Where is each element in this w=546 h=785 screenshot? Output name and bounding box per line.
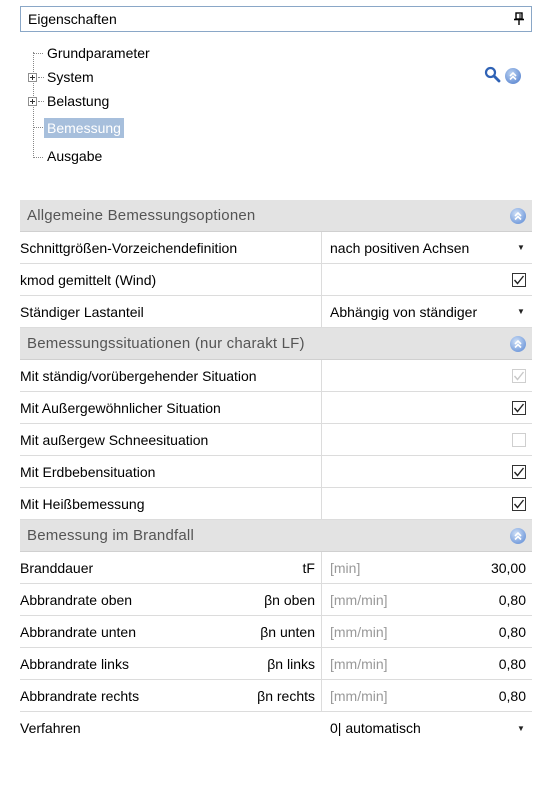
abbrandrate-oben-input[interactable]: [mm/min] 0,80 bbox=[322, 584, 532, 615]
kmod-checkbox[interactable] bbox=[512, 272, 526, 287]
tree-item-label: Grundparameter bbox=[47, 45, 150, 61]
category-bemessungssituationen[interactable]: Bemessungssituationen (nur charakt LF) bbox=[20, 328, 532, 360]
property-row: Ständiger Lastanteil Abhängig von ständi… bbox=[20, 296, 532, 328]
collapse-category-icon[interactable] bbox=[510, 335, 526, 352]
dropdown-value: 0| automatisch bbox=[330, 720, 421, 736]
property-label: Abbrandrate rechts bbox=[20, 687, 140, 704]
property-symbol: βn links bbox=[267, 655, 315, 672]
property-label: Abbrandrate unten bbox=[20, 623, 136, 640]
chevron-down-icon[interactable]: ▼ bbox=[516, 243, 526, 252]
property-value: 0,80 bbox=[498, 591, 526, 608]
expand-belastung-icon[interactable] bbox=[28, 97, 37, 106]
navigation-tree: Grundparameter System Belastung Bemessun… bbox=[26, 38, 326, 173]
property-grid: Allgemeine Bemessungsoptionen Schnittgrö… bbox=[20, 200, 532, 744]
chevron-down-icon[interactable]: ▼ bbox=[516, 724, 526, 733]
property-label: Mit Erdbebensituation bbox=[20, 463, 156, 480]
dropdown-value: Abhängig von ständiger bbox=[330, 303, 478, 320]
collapse-all-icon[interactable] bbox=[505, 68, 521, 84]
property-label: Ständiger Lastanteil bbox=[20, 303, 144, 320]
tree-item-label: Belastung bbox=[47, 93, 110, 109]
erdbeben-checkbox[interactable] bbox=[512, 464, 526, 479]
category-title: Bemessungssituationen (nur charakt LF) bbox=[27, 335, 305, 352]
unit-label: [mm/min] bbox=[330, 591, 388, 608]
heissbemessung-checkbox[interactable] bbox=[512, 496, 526, 511]
category-allgemeine-bemessungsoptionen[interactable]: Allgemeine Bemessungsoptionen bbox=[20, 200, 532, 232]
tree-item-label: Bemessung bbox=[44, 118, 124, 138]
property-row: Verfahren 0| automatisch ▼ bbox=[20, 712, 532, 744]
property-label: Mit Heißbemessung bbox=[20, 495, 145, 512]
tree-item-label: Ausgabe bbox=[47, 148, 103, 164]
search-icon[interactable] bbox=[484, 66, 501, 86]
property-symbol: βn oben bbox=[264, 591, 315, 608]
pin-icon[interactable] bbox=[513, 12, 525, 26]
property-value: 0,80 bbox=[498, 655, 526, 672]
property-label: Abbrandrate links bbox=[20, 655, 129, 672]
property-symbol: tF bbox=[302, 559, 315, 576]
aussergewoehnlich-checkbox[interactable] bbox=[512, 400, 526, 415]
abbrandrate-rechts-input[interactable]: [mm/min] 0,80 bbox=[322, 680, 532, 711]
tree-toolbar bbox=[484, 66, 521, 86]
unit-label: [mm/min] bbox=[330, 687, 388, 704]
property-label: Abbrandrate oben bbox=[20, 591, 133, 608]
property-row: kmod gemittelt (Wind) bbox=[20, 264, 532, 296]
property-row: Mit Erdbebensituation bbox=[20, 456, 532, 488]
property-row: Mit außergew Schneesituation bbox=[20, 424, 532, 456]
tree-item-belastung[interactable]: Belastung bbox=[44, 90, 112, 112]
unit-label: [mm/min] bbox=[330, 623, 388, 640]
property-row: Abbrandrate unten βn unten [mm/min] 0,80 bbox=[20, 616, 532, 648]
property-row: Mit Heißbemessung bbox=[20, 488, 532, 520]
category-title: Allgemeine Bemessungsoptionen bbox=[27, 207, 256, 224]
property-label: Mit außergew Schneesituation bbox=[20, 431, 209, 448]
property-label: Mit Außergewöhnlicher Situation bbox=[20, 399, 221, 416]
property-row: Abbrandrate links βn links [mm/min] 0,80 bbox=[20, 648, 532, 680]
property-value: 0,80 bbox=[498, 687, 526, 704]
property-symbol: βn rechts bbox=[257, 687, 315, 704]
vorzeichendefinition-dropdown[interactable]: nach positiven Achsen ▼ bbox=[322, 232, 532, 263]
property-value: 0,80 bbox=[498, 623, 526, 640]
abbrandrate-unten-input[interactable]: [mm/min] 0,80 bbox=[322, 616, 532, 647]
property-label: Branddauer bbox=[20, 559, 94, 576]
collapse-category-icon[interactable] bbox=[510, 527, 526, 544]
property-row: Mit ständig/vorübergehender Situation bbox=[20, 360, 532, 392]
dropdown-value: nach positiven Achsen bbox=[330, 239, 470, 256]
property-label: Schnittgrößen-Vorzeichendefinition bbox=[20, 239, 238, 256]
property-row: Abbrandrate rechts βn rechts [mm/min] 0,… bbox=[20, 680, 532, 712]
property-row: Branddauer tF [min] 30,00 bbox=[20, 552, 532, 584]
property-value: 30,00 bbox=[490, 559, 526, 576]
expand-system-icon[interactable] bbox=[28, 73, 37, 82]
unit-label: [mm/min] bbox=[330, 655, 388, 672]
lastanteil-dropdown[interactable]: Abhängig von ständiger ▼ bbox=[322, 296, 532, 327]
category-title: Bemessung im Brandfall bbox=[27, 527, 194, 544]
schnee-checkbox[interactable] bbox=[512, 432, 526, 447]
branddauer-input[interactable]: [min] 30,00 bbox=[322, 552, 532, 583]
properties-header: Eigenschaften bbox=[20, 6, 532, 32]
verfahren-dropdown[interactable]: 0| automatisch ▼ bbox=[322, 712, 532, 744]
tree-item-grundparameter[interactable]: Grundparameter bbox=[44, 42, 153, 64]
category-bemessung-im-brandfall[interactable]: Bemessung im Brandfall bbox=[20, 520, 532, 552]
tree-item-system[interactable]: System bbox=[44, 66, 97, 88]
tree-item-ausgabe[interactable]: Ausgabe bbox=[44, 145, 105, 167]
chevron-down-icon[interactable]: ▼ bbox=[516, 307, 526, 316]
property-symbol: βn unten bbox=[260, 623, 315, 640]
property-label: Verfahren bbox=[20, 720, 81, 736]
property-label: Mit ständig/vorübergehender Situation bbox=[20, 367, 257, 384]
collapse-category-icon[interactable] bbox=[510, 207, 526, 224]
panel-title: Eigenschaften bbox=[28, 11, 117, 27]
property-row: Mit Außergewöhnlicher Situation bbox=[20, 392, 532, 424]
staendig-checkbox[interactable] bbox=[512, 368, 526, 383]
property-label: kmod gemittelt (Wind) bbox=[20, 271, 157, 288]
tree-item-label: System bbox=[47, 69, 94, 85]
property-row: Abbrandrate oben βn oben [mm/min] 0,80 bbox=[20, 584, 532, 616]
unit-label: [min] bbox=[330, 559, 361, 576]
abbrandrate-links-input[interactable]: [mm/min] 0,80 bbox=[322, 648, 532, 679]
property-row: Schnittgrößen-Vorzeichendefinition nach … bbox=[20, 232, 532, 264]
tree-item-bemessung[interactable]: Bemessung bbox=[44, 117, 124, 139]
